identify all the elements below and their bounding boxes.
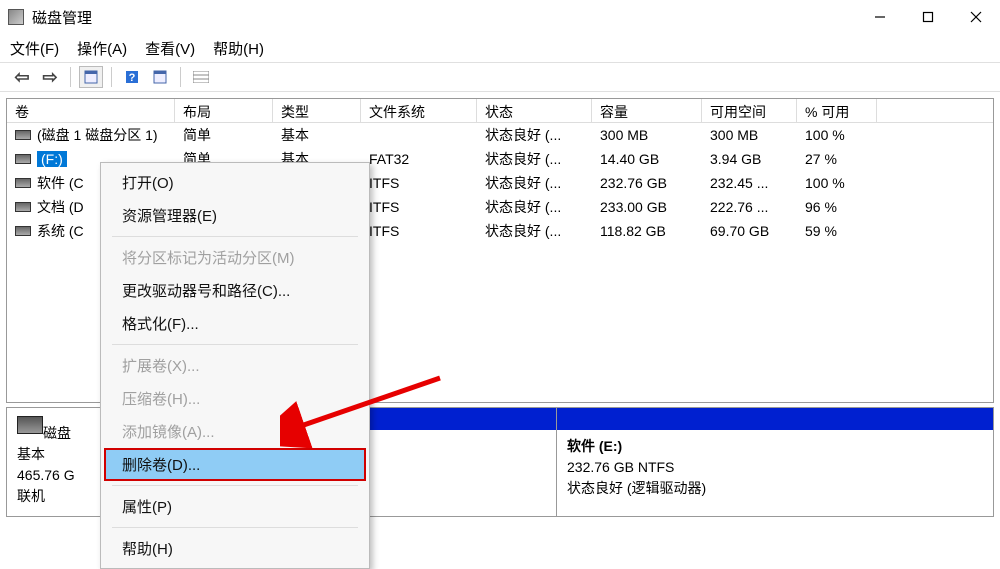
table-cell: (磁盘 1 磁盘分区 1) [7,123,175,147]
toolbar-list-button[interactable] [189,66,213,88]
volume-icon [15,130,31,140]
toolbar: ⇦ ⇨ ? [0,62,1000,92]
table-row[interactable]: (磁盘 1 磁盘分区 1)简单基本状态良好 (...300 MB300 MB10… [7,123,993,147]
table-cell: ITFS [361,221,477,241]
col-status[interactable]: 状态 [477,99,592,122]
table-cell: 14.40 GB [592,149,702,169]
menu-action[interactable]: 操作(A) [77,38,127,59]
window-title: 磁盘管理 [32,7,856,28]
ctx-separator [112,527,358,528]
table-cell: 状态良好 (... [477,195,592,219]
table-cell: 96 % [797,197,877,217]
volume-icon [15,178,31,188]
ctx-separator [112,344,358,345]
table-cell: 状态良好 (... [477,123,592,147]
col-layout[interactable]: 布局 [175,99,273,122]
table-cell: 118.82 GB [592,221,702,241]
toolbar-refresh-button[interactable] [148,66,172,88]
arrow-left-icon: ⇦ [14,67,29,88]
app-icon [8,9,24,25]
col-percent[interactable]: % 可用 [797,99,877,122]
partition-2[interactable]: 软件 (E:) 232.76 GB NTFS 状态良好 (逻辑驱动器) [557,408,993,516]
minimize-button[interactable] [856,0,904,34]
disk-title: 磁盘 [43,425,71,441]
disk-type: 基本 [17,446,45,462]
ctx-explorer[interactable]: 资源管理器(E) [104,199,366,232]
context-menu: 打开(O) 资源管理器(E) 将分区标记为活动分区(M) 更改驱动器号和路径(C… [100,162,370,569]
toolbar-separator [70,67,71,87]
ctx-mark-active: 将分区标记为活动分区(M) [104,241,366,274]
table-cell: 简单 [175,123,273,147]
col-capacity[interactable]: 容量 [592,99,702,122]
table-cell: ITFS [361,197,477,217]
table-cell: 232.45 ... [702,173,797,193]
partition-size: 232.76 GB NTFS [567,459,674,475]
table-cell: 232.76 GB [592,173,702,193]
ctx-properties[interactable]: 属性(P) [104,490,366,523]
arrow-right-icon: ⇨ [42,67,57,88]
disk-online: 联机 [17,488,45,504]
toolbar-view-button[interactable] [79,66,103,88]
forward-button[interactable]: ⇨ [38,66,62,88]
col-filesystem[interactable]: 文件系统 [361,99,477,122]
ctx-change-letter[interactable]: 更改驱动器号和路径(C)... [104,274,366,307]
table-cell: 222.76 ... [702,197,797,217]
annotation-arrow [280,368,450,448]
partition-header [557,408,993,430]
table-cell: 300 MB [592,125,702,145]
ctx-format[interactable]: 格式化(F)... [104,307,366,340]
col-volume[interactable]: 卷 [7,99,175,122]
close-button[interactable] [952,0,1000,34]
table-cell: 状态良好 (... [477,219,592,243]
menu-help[interactable]: 帮助(H) [213,38,264,59]
col-free[interactable]: 可用空间 [702,99,797,122]
partition-status: 状态良好 (逻辑驱动器) [567,480,706,496]
table-header: 卷 布局 类型 文件系统 状态 容量 可用空间 % 可用 [7,99,993,123]
table-cell: 状态良好 (... [477,171,592,195]
table-cell: 69.70 GB [702,221,797,241]
table-cell: 基本 [273,123,361,147]
table-cell: FAT32 [361,149,477,169]
ctx-separator [112,485,358,486]
table-cell: ITFS [361,173,477,193]
ctx-open[interactable]: 打开(O) [104,166,366,199]
toolbar-separator [111,67,112,87]
ctx-help[interactable]: 帮助(H) [104,532,366,565]
menu-file[interactable]: 文件(F) [10,38,59,59]
volume-icon [15,202,31,212]
table-cell: 27 % [797,149,877,169]
table-cell: 300 MB [702,125,797,145]
menu-view[interactable]: 查看(V) [145,38,195,59]
table-cell: 59 % [797,221,877,241]
table-cell: 100 % [797,125,877,145]
table-cell: 3.94 GB [702,149,797,169]
table-cell: 233.00 GB [592,197,702,217]
svg-text:?: ? [129,72,136,84]
ctx-delete-volume[interactable]: 删除卷(D)... [104,448,366,481]
table-cell [361,133,477,137]
disk-icon [17,416,43,434]
maximize-button[interactable] [904,0,952,34]
ctx-separator [112,236,358,237]
volume-icon [15,226,31,236]
menubar: 文件(F) 操作(A) 查看(V) 帮助(H) [0,34,1000,62]
table-cell: 100 % [797,173,877,193]
toolbar-separator [180,67,181,87]
back-button[interactable]: ⇦ [10,66,34,88]
col-type[interactable]: 类型 [273,99,361,122]
toolbar-help-button[interactable]: ? [120,66,144,88]
disk-size: 465.76 G [17,467,75,483]
partition-title: 软件 (E:) [567,438,622,454]
table-cell: 状态良好 (... [477,147,592,171]
volume-icon [15,154,31,164]
titlebar: 磁盘管理 [0,0,1000,34]
